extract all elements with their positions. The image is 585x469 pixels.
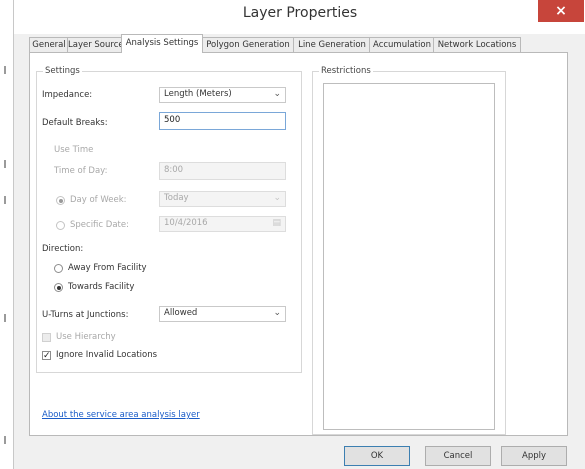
restrictions-group-label: Restrictions <box>319 66 373 76</box>
tab-analysis-settings[interactable]: Analysis Settings <box>121 34 203 53</box>
calendar-icon: ▤ <box>272 218 281 228</box>
towards-facility-radio[interactable] <box>54 283 63 292</box>
day-of-week-value: Today <box>164 193 189 203</box>
u-turns-dropdown[interactable]: Allowed ⌄ <box>159 306 286 322</box>
tab-general[interactable]: General <box>29 37 69 52</box>
use-hierarchy-checkbox <box>42 333 51 342</box>
tab-network-locations[interactable]: Network Locations <box>433 37 521 52</box>
impedance-value: Length (Meters) <box>164 89 232 99</box>
default-breaks-value: 500 <box>164 115 181 125</box>
settings-group-label: Settings <box>43 66 82 76</box>
restrictions-list[interactable] <box>323 83 495 430</box>
left-edge-mark <box>4 66 6 74</box>
close-icon: × <box>555 3 567 19</box>
tab-line-generation[interactable]: Line Generation <box>293 37 371 52</box>
layer-properties-dialog: Layer Properties × General Layer Source … <box>13 0 585 469</box>
u-turns-label: U-Turns at Junctions: <box>42 310 129 320</box>
use-time-label: Use Time <box>54 145 94 155</box>
tab-layer-source[interactable]: Layer Source <box>67 37 123 52</box>
specific-date-picker: 10/4/2016 ▤ <box>159 216 286 232</box>
about-service-area-link[interactable]: About the service area analysis layer <box>42 410 200 420</box>
chevron-down-icon: ⌄ <box>273 89 281 99</box>
use-hierarchy-label: Use Hierarchy <box>56 332 116 342</box>
day-of-week-dropdown: Today ⌄ <box>159 191 286 207</box>
day-of-week-radio <box>56 196 65 205</box>
away-from-facility-radio[interactable] <box>54 264 63 273</box>
impedance-label: Impedance: <box>42 90 93 100</box>
tab-accumulation[interactable]: Accumulation <box>369 37 435 52</box>
day-of-week-label: Day of Week: <box>70 195 127 205</box>
ok-button[interactable]: OK <box>344 446 410 466</box>
impedance-dropdown[interactable]: Length (Meters) ⌄ <box>159 87 286 103</box>
ignore-invalid-checkbox[interactable]: ✓ <box>42 351 51 361</box>
tab-polygon-generation[interactable]: Polygon Generation <box>201 37 295 52</box>
title-bar: Layer Properties × <box>14 0 585 34</box>
specific-date-radio <box>56 221 65 230</box>
chevron-down-icon: ⌄ <box>273 193 281 203</box>
left-edge-mark <box>4 160 6 168</box>
left-edge-mark <box>4 196 6 204</box>
analysis-settings-panel: Settings Impedance: Length (Meters) ⌄ De… <box>29 52 568 436</box>
away-from-facility-label[interactable]: Away From Facility <box>68 263 147 273</box>
specific-date-label: Specific Date: <box>70 220 129 230</box>
apply-button[interactable]: Apply <box>501 446 567 466</box>
direction-label: Direction: <box>42 244 84 254</box>
close-button[interactable]: × <box>538 0 584 22</box>
default-breaks-input[interactable]: 500 <box>159 112 286 130</box>
time-of-day-input: 8:00 <box>159 162 286 180</box>
towards-facility-label[interactable]: Towards Facility <box>68 282 134 292</box>
ignore-invalid-label[interactable]: Ignore Invalid Locations <box>56 350 157 360</box>
chevron-down-icon: ⌄ <box>273 308 281 318</box>
u-turns-value: Allowed <box>164 308 198 318</box>
left-edge-mark <box>4 436 6 444</box>
left-edge-mark <box>4 314 6 322</box>
window-title: Layer Properties <box>242 5 358 21</box>
cancel-button[interactable]: Cancel <box>425 446 491 466</box>
default-breaks-label: Default Breaks: <box>42 118 108 128</box>
time-of-day-label: Time of Day: <box>54 166 108 176</box>
time-of-day-value: 8:00 <box>164 165 184 175</box>
specific-date-value: 10/4/2016 <box>164 218 208 228</box>
